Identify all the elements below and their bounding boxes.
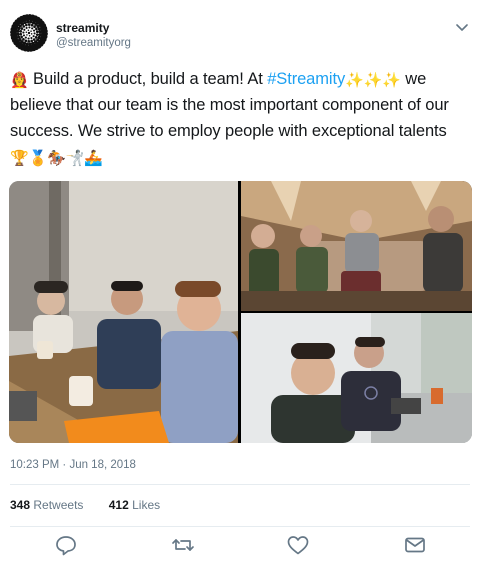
sparkles-emoji: ✨✨✨	[345, 71, 401, 89]
likes-label: Likes	[132, 498, 161, 512]
likes-stat[interactable]: 412 Likes	[109, 498, 160, 512]
chevron-down-icon[interactable]	[456, 20, 468, 31]
mail-icon[interactable]	[402, 532, 428, 558]
photo-meeting-table[interactable]	[9, 181, 238, 443]
trophy-emoji-row: 🏆🏅🏇🤺🚣	[10, 149, 103, 167]
avatar[interactable]	[10, 14, 48, 52]
retweets-count: 348	[10, 498, 31, 512]
tweet-card: streamity @streamityorg 👩‍🚒 Build a prod…	[0, 0, 480, 584]
likes-count: 412	[108, 498, 129, 512]
engagement-stats: 348 Retweets 412 Likes	[10, 498, 182, 512]
tweet-header: streamity @streamityorg	[10, 14, 470, 60]
heart-icon[interactable]	[285, 532, 311, 558]
photo-office-selfie[interactable]	[241, 313, 472, 443]
photo-team-lounge[interactable]	[241, 181, 472, 311]
retweet-icon[interactable]	[170, 532, 196, 558]
tweet-text: 👩‍🚒 Build a product, build a team! At #S…	[10, 66, 472, 170]
divider	[10, 526, 470, 527]
reply-icon[interactable]	[53, 532, 79, 558]
firefighter-emoji: 👩‍🚒	[10, 71, 29, 89]
retweets-stat[interactable]: 348 Retweets	[10, 498, 83, 512]
action-bar	[0, 532, 480, 562]
retweets-label: Retweets	[33, 498, 84, 512]
user-name[interactable]: streamity	[56, 21, 109, 35]
timestamp[interactable]: 10:23 PM · Jun 18, 2018	[10, 459, 136, 471]
divider	[10, 484, 470, 485]
user-handle[interactable]: @streamityorg	[56, 37, 131, 49]
tweet-text-part1: Build a product, build a team! At	[28, 70, 268, 88]
hashtag-link[interactable]: #Streamity	[267, 70, 345, 88]
media-grid	[9, 181, 472, 443]
